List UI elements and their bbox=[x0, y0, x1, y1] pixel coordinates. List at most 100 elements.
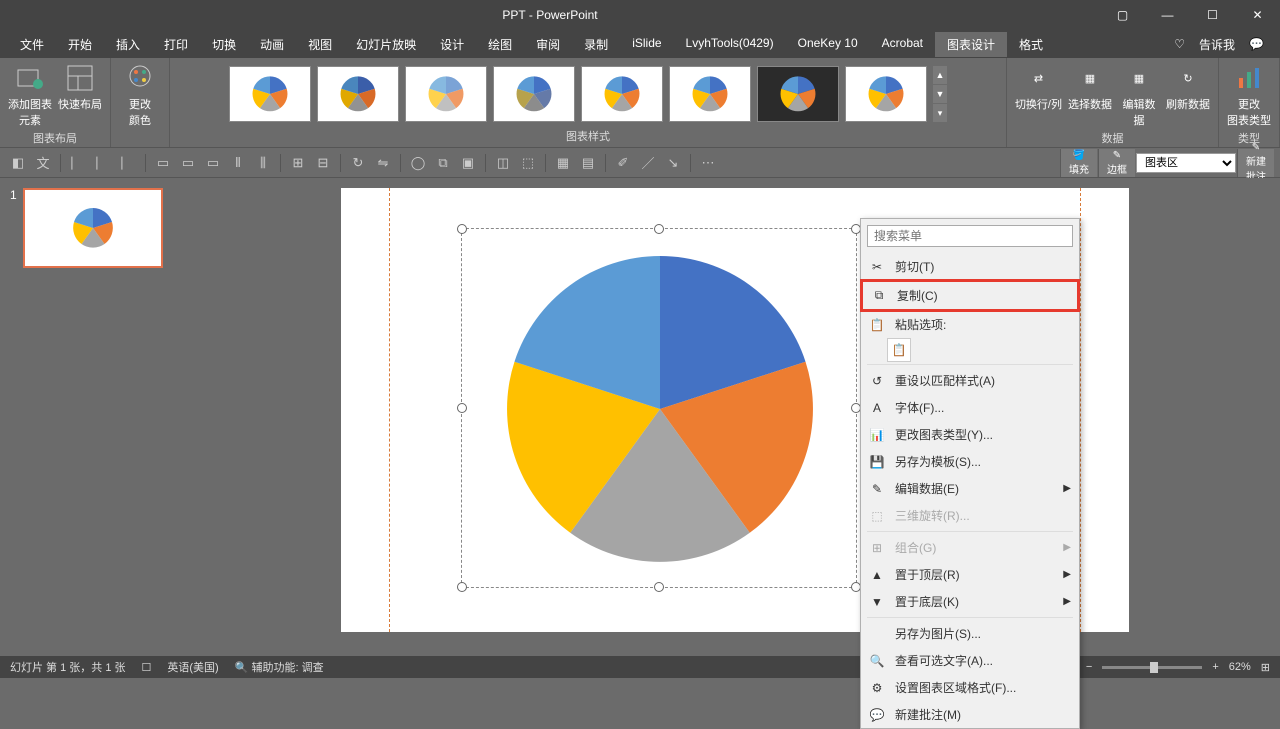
share-icon[interactable]: 💬 bbox=[1249, 37, 1264, 51]
menu-开始[interactable]: 开始 bbox=[56, 32, 104, 57]
chart-style-thumb[interactable] bbox=[405, 66, 487, 122]
zoom-level[interactable]: 62% bbox=[1229, 661, 1251, 673]
menu-打印[interactable]: 打印 bbox=[152, 32, 200, 57]
ctx-edit-data[interactable]: ✎编辑数据(E)▶ bbox=[861, 475, 1079, 502]
ctx-font[interactable]: A字体(F)... bbox=[861, 394, 1079, 421]
menu-视图[interactable]: 视图 bbox=[296, 32, 344, 57]
3d-icon[interactable]: ⬚ bbox=[516, 151, 540, 175]
menu-文件[interactable]: 文件 bbox=[8, 32, 56, 57]
chart-style-thumb[interactable] bbox=[845, 66, 927, 122]
ctx-cut[interactable]: ✂剪切(T) bbox=[861, 253, 1079, 280]
ctx-alt-text[interactable]: 🔍查看可选文字(A)... bbox=[861, 647, 1079, 674]
menu-格式[interactable]: 格式 bbox=[1007, 32, 1055, 57]
ctx-save-picture[interactable]: 另存为图片(S)... bbox=[861, 620, 1079, 647]
context-search-input[interactable] bbox=[867, 225, 1073, 247]
crop-icon[interactable]: ⧉ bbox=[431, 151, 455, 175]
distribute-h-icon[interactable]: ⫴ bbox=[226, 151, 250, 175]
ctx-send-back[interactable]: ▼置于底层(K)▶ bbox=[861, 588, 1079, 615]
align-left-icon[interactable]: ⎸ bbox=[66, 151, 90, 175]
add-chart-element-button[interactable]: 添加图表 元素 bbox=[8, 62, 52, 128]
chart-area-select[interactable]: 图表区 bbox=[1136, 153, 1236, 173]
ctx-reset-style[interactable]: ↺重设以匹配样式(A) bbox=[861, 367, 1079, 394]
chart-style-thumb[interactable] bbox=[317, 66, 399, 122]
zoom-in-button[interactable]: + bbox=[1212, 661, 1218, 673]
ctx-change-chart-type[interactable]: 📊更改图表类型(Y)... bbox=[861, 421, 1079, 448]
help-icon[interactable]: ♡ bbox=[1174, 37, 1185, 51]
maximize-button[interactable]: ☐ bbox=[1190, 0, 1235, 30]
menu-Acrobat[interactable]: Acrobat bbox=[870, 32, 935, 57]
selection-handle[interactable] bbox=[457, 582, 467, 592]
ctx-format-area[interactable]: ⚙设置图表区域格式(F)... bbox=[861, 674, 1079, 701]
align-middle-icon[interactable]: ▭ bbox=[176, 151, 200, 175]
menu-审阅[interactable]: 审阅 bbox=[524, 32, 572, 57]
align-right-icon[interactable]: ⎸ bbox=[116, 151, 140, 175]
eyedrop-icon[interactable]: ✐ bbox=[611, 151, 635, 175]
menu-设计[interactable]: 设计 bbox=[428, 32, 476, 57]
change-color-button[interactable]: 更改 颜色 bbox=[119, 62, 161, 128]
slide-thumbnail[interactable]: 1 bbox=[10, 188, 180, 268]
language-status[interactable]: 英语(美国) bbox=[167, 659, 218, 675]
ctx-new-comment[interactable]: 💬新建批注(M) bbox=[861, 701, 1079, 728]
misc-icon[interactable]: ⋯ bbox=[696, 151, 720, 175]
arrange-icon[interactable]: ▣ bbox=[456, 151, 480, 175]
switch-row-col-button[interactable]: ⇄切换行/列 bbox=[1015, 62, 1062, 112]
align-center-icon[interactable]: ⎸ bbox=[91, 151, 115, 175]
gallery-more-button[interactable]: ▾ bbox=[933, 104, 947, 122]
align-top-icon[interactable]: ▭ bbox=[151, 151, 175, 175]
menu-iSlide[interactable]: iSlide bbox=[620, 32, 673, 57]
align-bottom-icon[interactable]: ▭ bbox=[201, 151, 225, 175]
edit-data-button[interactable]: ▦编辑数 据 bbox=[1118, 62, 1160, 128]
chart-style-thumb[interactable] bbox=[229, 66, 311, 122]
pie-chart[interactable] bbox=[490, 239, 830, 579]
selection-handle[interactable] bbox=[654, 224, 664, 234]
menu-图表设计[interactable]: 图表设计 bbox=[935, 32, 1007, 57]
outline-panel[interactable]: ✎边框 bbox=[1098, 149, 1135, 177]
group-icon[interactable]: ⊞ bbox=[286, 151, 310, 175]
refresh-data-button[interactable]: ↻刷新数据 bbox=[1166, 62, 1210, 112]
menu-绘图[interactable]: 绘图 bbox=[476, 32, 524, 57]
chart-style-thumb[interactable] bbox=[757, 66, 839, 122]
paste-option-button[interactable]: 📋 bbox=[887, 338, 911, 362]
menu-LvyhTools(0429)[interactable]: LvyhTools(0429) bbox=[674, 32, 786, 57]
ctx-copy[interactable]: ⧉复制(C) bbox=[860, 279, 1080, 312]
text-tool-icon[interactable]: 文 bbox=[31, 151, 55, 175]
chart-icon[interactable]: ▤ bbox=[576, 151, 600, 175]
minimize-button[interactable]: — bbox=[1145, 0, 1190, 30]
chart-selection-frame[interactable] bbox=[461, 228, 857, 588]
ungroup-icon[interactable]: ⊟ bbox=[311, 151, 335, 175]
chart-style-thumb[interactable] bbox=[493, 66, 575, 122]
rotate-icon[interactable]: ↻ bbox=[346, 151, 370, 175]
chart-style-thumb[interactable] bbox=[581, 66, 663, 122]
format-painter-icon[interactable]: ◧ bbox=[6, 151, 30, 175]
ctx-bring-front[interactable]: ▲置于顶层(R)▶ bbox=[861, 561, 1079, 588]
distribute-v-icon[interactable]: ⫼ bbox=[251, 151, 275, 175]
menu-切换[interactable]: 切换 bbox=[200, 32, 248, 57]
gallery-up-button[interactable]: ▲ bbox=[933, 66, 947, 84]
chart-style-thumb[interactable] bbox=[669, 66, 751, 122]
menu-插入[interactable]: 插入 bbox=[104, 32, 152, 57]
selection-handle[interactable] bbox=[457, 224, 467, 234]
menu-录制[interactable]: 录制 bbox=[572, 32, 620, 57]
cube-icon[interactable]: ◫ bbox=[491, 151, 515, 175]
line-icon[interactable]: ／ bbox=[636, 151, 660, 175]
lang-icon[interactable]: ☐ bbox=[142, 661, 152, 674]
table-icon[interactable]: ▦ bbox=[551, 151, 575, 175]
connector-icon[interactable]: ↘ bbox=[661, 151, 685, 175]
zoom-out-button[interactable]: − bbox=[1086, 661, 1092, 673]
zoom-slider[interactable] bbox=[1102, 666, 1202, 669]
ribbon-opts-icon[interactable]: ▢ bbox=[1100, 0, 1145, 30]
fill-panel[interactable]: 🪣填充 bbox=[1060, 149, 1097, 177]
close-button[interactable]: ✕ bbox=[1235, 0, 1280, 30]
quick-layout-button[interactable]: 快速布局 bbox=[58, 62, 102, 112]
accessibility-status[interactable]: 🔍 辅助功能: 调查 bbox=[235, 659, 324, 675]
menu-OneKey 10[interactable]: OneKey 10 bbox=[786, 32, 870, 57]
new-comment-panel[interactable]: ✎新建 批注 bbox=[1237, 149, 1274, 177]
tell-me[interactable]: 告诉我 bbox=[1199, 36, 1235, 53]
fit-window-button[interactable]: ⊞ bbox=[1261, 661, 1270, 674]
shape-tool-icon[interactable]: ◯ bbox=[406, 151, 430, 175]
flip-h-icon[interactable]: ⇋ bbox=[371, 151, 395, 175]
menu-动画[interactable]: 动画 bbox=[248, 32, 296, 57]
change-chart-type-button[interactable]: 更改 图表类型 bbox=[1227, 62, 1271, 128]
select-data-button[interactable]: ▦选择数据 bbox=[1068, 62, 1112, 112]
menu-幻灯片放映[interactable]: 幻灯片放映 bbox=[344, 32, 428, 57]
